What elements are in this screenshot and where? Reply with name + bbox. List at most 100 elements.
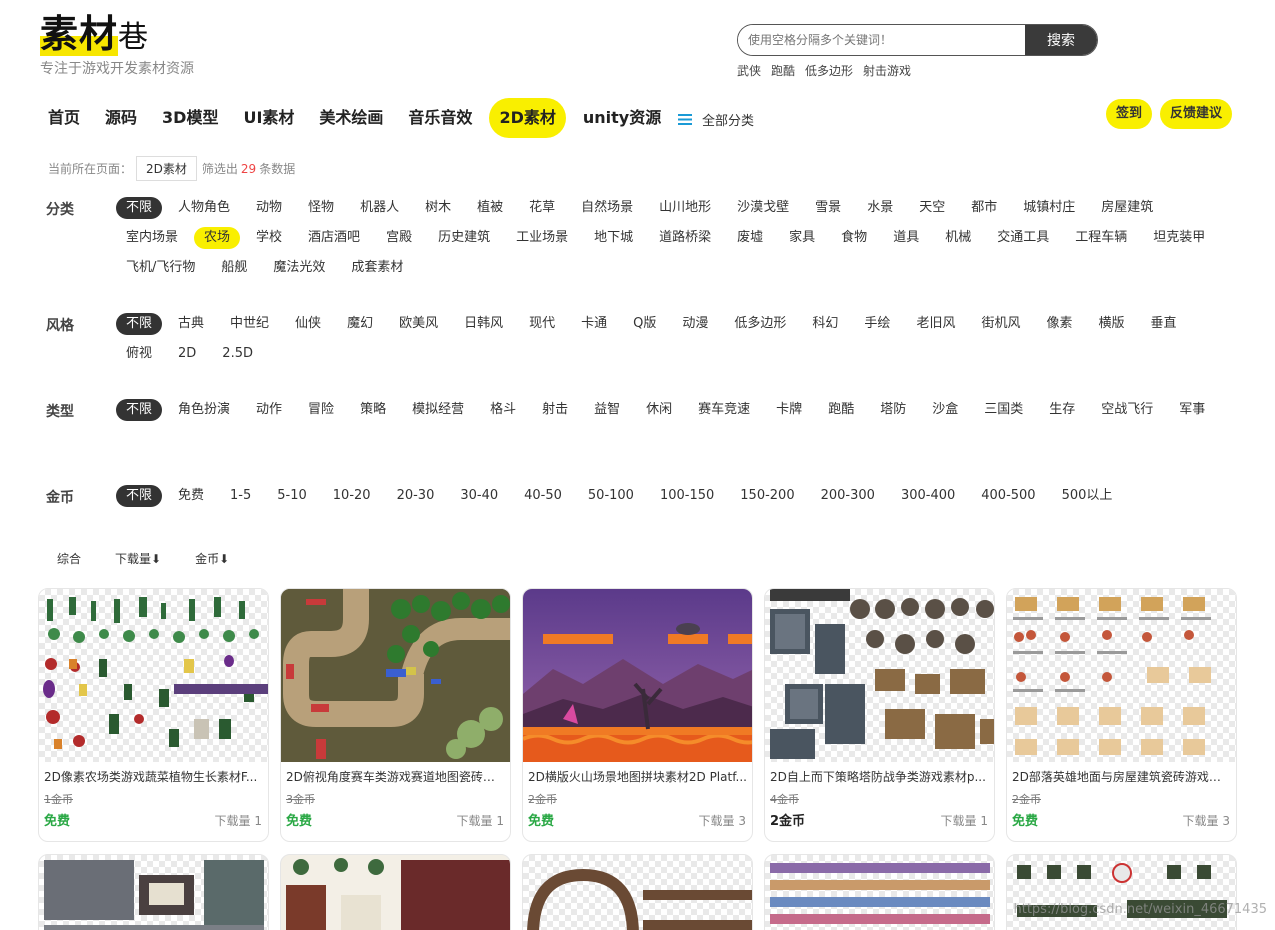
filter-tag-style[interactable]: 低多边形 bbox=[724, 313, 796, 335]
resource-card[interactable]: 2D部落英雄地面与房屋建筑瓷砖游戏素... 2金币 免费 下载量 3 bbox=[1006, 588, 1237, 842]
card-title[interactable]: 2D部落英雄地面与房屋建筑瓷砖游戏素... bbox=[1007, 768, 1236, 785]
filter-tag-coin[interactable]: 免费 bbox=[168, 485, 214, 507]
filter-tag-category[interactable]: 历史建筑 bbox=[428, 227, 500, 249]
card-thumbnail[interactable] bbox=[39, 589, 268, 762]
filter-tag-category[interactable]: 天空 bbox=[909, 197, 955, 219]
filter-tag-category[interactable]: 食物 bbox=[831, 227, 877, 249]
filter-tag-coin[interactable]: 不限 bbox=[116, 485, 163, 507]
filter-tag-category[interactable]: 自然场景 bbox=[571, 197, 643, 219]
nav-item-art[interactable]: 美术绘画 bbox=[311, 98, 391, 138]
filter-tag-type[interactable]: 射击 bbox=[532, 399, 578, 421]
sort-downloads[interactable]: 下载量⬇ bbox=[115, 550, 161, 567]
filter-tag-type[interactable]: 动作 bbox=[246, 399, 292, 421]
filter-tag-category[interactable]: 工业场景 bbox=[506, 227, 578, 249]
checkin-button[interactable]: 签到 bbox=[1106, 99, 1153, 129]
filter-tag-category[interactable]: 城镇村庄 bbox=[1013, 197, 1085, 219]
filter-tag-style[interactable]: 俯视 bbox=[116, 343, 162, 365]
resource-card[interactable]: 2D像素农场类游戏蔬菜植物生长素材F... 1金币 免费 下载量 1 bbox=[38, 588, 269, 842]
nav-item-audio[interactable]: 音乐音效 bbox=[400, 98, 480, 138]
resource-card[interactable]: 2D俯视角度赛车类游戏赛道地图瓷砖拼... 3金币 免费 下载量 1 bbox=[280, 588, 511, 842]
card-thumbnail[interactable] bbox=[1007, 589, 1236, 762]
filter-tag-style[interactable]: 古典 bbox=[168, 313, 214, 335]
filter-tag-category[interactable]: 废墟 bbox=[727, 227, 773, 249]
filter-tag-style[interactable]: Q版 bbox=[623, 313, 666, 335]
filter-tag-category[interactable]: 机器人 bbox=[350, 197, 409, 219]
filter-tag-category[interactable]: 酒店酒吧 bbox=[298, 227, 370, 249]
filter-tag-style[interactable]: 像素 bbox=[1036, 313, 1082, 335]
filter-tag-coin[interactable]: 50-100 bbox=[578, 485, 644, 507]
filter-tag-category[interactable]: 飞机/飞行物 bbox=[116, 257, 205, 279]
filter-tag-type[interactable]: 三国类 bbox=[974, 399, 1033, 421]
filter-tag-type[interactable]: 沙盒 bbox=[922, 399, 968, 421]
card-title[interactable]: 2D像素农场类游戏蔬菜植物生长素材F... bbox=[39, 768, 268, 785]
feedback-button[interactable]: 反馈建议 bbox=[1160, 99, 1233, 129]
filter-tag-category[interactable]: 坦克装甲 bbox=[1143, 227, 1215, 249]
filter-tag-style[interactable]: 魔幻 bbox=[337, 313, 383, 335]
filter-tag-category[interactable]: 花草 bbox=[519, 197, 565, 219]
filter-tag-type[interactable]: 军事 bbox=[1169, 399, 1215, 421]
filter-tag-category[interactable]: 都市 bbox=[961, 197, 1007, 219]
filter-tag-category[interactable]: 成套素材 bbox=[341, 257, 413, 279]
filter-tag-style[interactable]: 手绘 bbox=[854, 313, 900, 335]
filter-tag-category[interactable]: 地下城 bbox=[584, 227, 643, 249]
filter-tag-style[interactable]: 卡通 bbox=[571, 313, 617, 335]
filter-tag-category[interactable]: 机械 bbox=[935, 227, 981, 249]
filter-tag-style[interactable]: 动漫 bbox=[672, 313, 718, 335]
filter-tag-type[interactable]: 益智 bbox=[584, 399, 630, 421]
filter-tag-coin[interactable]: 20-30 bbox=[387, 485, 445, 507]
filter-tag-type[interactable]: 休闲 bbox=[636, 399, 682, 421]
nav-item-unity[interactable]: unity资源 bbox=[575, 98, 669, 138]
nav-item-ui[interactable]: UI素材 bbox=[235, 98, 302, 138]
filter-tag-coin[interactable]: 30-40 bbox=[450, 485, 508, 507]
filter-tag-coin[interactable]: 150-200 bbox=[730, 485, 804, 507]
filter-tag-style[interactable]: 横版 bbox=[1088, 313, 1134, 335]
nav-item-source[interactable]: 源码 bbox=[97, 98, 145, 138]
filter-tag-style[interactable]: 日韩风 bbox=[454, 313, 513, 335]
filter-tag-style[interactable]: 垂直 bbox=[1141, 313, 1187, 335]
filter-tag-style[interactable]: 老旧风 bbox=[906, 313, 965, 335]
resource-card-thumbnail[interactable] bbox=[1006, 854, 1237, 930]
nav-item-3d[interactable]: 3D模型 bbox=[154, 98, 226, 138]
card-title[interactable]: 2D横版火山场景地图拼块素材2D Platf... bbox=[523, 768, 752, 785]
filter-tag-coin[interactable]: 300-400 bbox=[891, 485, 965, 507]
filter-tag-category[interactable]: 工程车辆 bbox=[1065, 227, 1137, 249]
filter-tag-type[interactable]: 空战飞行 bbox=[1091, 399, 1163, 421]
filter-tag-category[interactable]: 人物角色 bbox=[168, 197, 240, 219]
filter-tag-type[interactable]: 跑酷 bbox=[818, 399, 864, 421]
card-thumbnail[interactable] bbox=[765, 589, 994, 762]
search-input[interactable] bbox=[738, 25, 1025, 55]
nav-item-home[interactable]: 首页 bbox=[40, 98, 88, 138]
site-logo[interactable]: 素材巷 专注于游戏开发素材资源 bbox=[40, 12, 194, 78]
nav-item-2d[interactable]: 2D素材 bbox=[489, 98, 566, 138]
resource-card-thumbnail[interactable] bbox=[764, 854, 995, 930]
filter-tag-coin[interactable]: 200-300 bbox=[811, 485, 885, 507]
filter-tag-category[interactable]: 动物 bbox=[246, 197, 292, 219]
filter-tag-style[interactable]: 中世纪 bbox=[220, 313, 279, 335]
filter-tag-style[interactable]: 现代 bbox=[519, 313, 565, 335]
resource-card[interactable]: 2D横版火山场景地图拼块素材2D Platf... 2金币 免费 下载量 3 bbox=[522, 588, 753, 842]
card-title[interactable]: 2D自上而下策略塔防战争类游戏素材p... bbox=[765, 768, 994, 785]
filter-tag-coin[interactable]: 5-10 bbox=[267, 485, 317, 507]
resource-card-thumbnail[interactable] bbox=[280, 854, 511, 930]
filter-tag-category[interactable]: 山川地形 bbox=[649, 197, 721, 219]
filter-tag-category[interactable]: 家具 bbox=[779, 227, 825, 249]
filter-tag-type[interactable]: 策略 bbox=[350, 399, 396, 421]
filter-tag-category[interactable]: 交通工具 bbox=[987, 227, 1059, 249]
filter-tag-category[interactable]: 学校 bbox=[246, 227, 292, 249]
filter-tag-type[interactable]: 不限 bbox=[116, 399, 163, 421]
resource-card-thumbnail[interactable] bbox=[38, 854, 269, 930]
hot-keyword[interactable]: 低多边形 bbox=[805, 62, 853, 79]
filter-tag-category[interactable]: 道具 bbox=[883, 227, 929, 249]
filter-tag-category[interactable]: 怪物 bbox=[298, 197, 344, 219]
filter-tag-category[interactable]: 房屋建筑 bbox=[1091, 197, 1163, 219]
hot-keyword[interactable]: 跑酷 bbox=[771, 62, 795, 79]
filter-tag-type[interactable]: 塔防 bbox=[870, 399, 916, 421]
filter-tag-category[interactable]: 雪景 bbox=[805, 197, 851, 219]
filter-tag-category[interactable]: 不限 bbox=[116, 197, 163, 219]
all-categories-link[interactable]: 全部分类 bbox=[678, 110, 754, 129]
filter-tag-category[interactable]: 树木 bbox=[415, 197, 461, 219]
card-title[interactable]: 2D俯视角度赛车类游戏赛道地图瓷砖拼... bbox=[281, 768, 510, 785]
sort-coins[interactable]: 金币⬇ bbox=[195, 550, 229, 567]
filter-tag-style[interactable]: 2.5D bbox=[212, 343, 263, 365]
filter-tag-type[interactable]: 卡牌 bbox=[766, 399, 812, 421]
